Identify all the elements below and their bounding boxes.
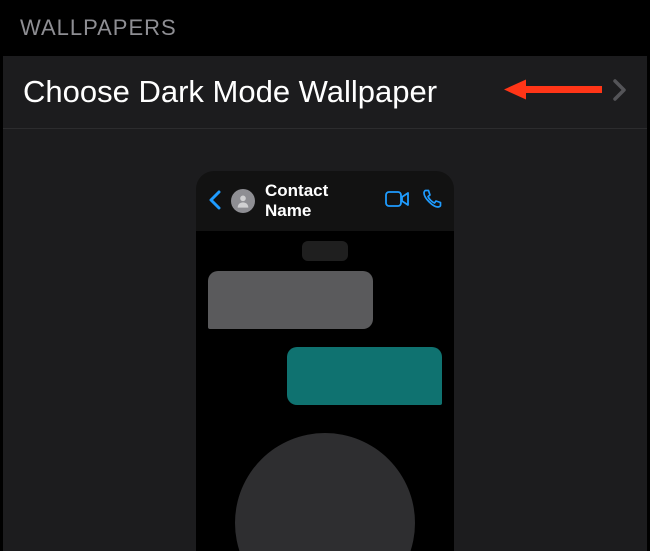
annotation-arrow-icon	[504, 78, 602, 107]
chat-preview: Contact Name	[196, 171, 454, 551]
header-action-icons	[385, 189, 442, 213]
choose-dark-mode-wallpaper-row[interactable]: Choose Dark Mode Wallpaper	[3, 56, 647, 129]
incoming-message-bubble	[208, 271, 373, 329]
chat-header: Contact Name	[196, 171, 454, 231]
choose-row-title: Choose Dark Mode Wallpaper	[23, 74, 437, 110]
avatar-icon	[231, 189, 255, 213]
wallpapers-panel: Choose Dark Mode Wallpaper	[3, 56, 647, 551]
chevron-right-icon	[613, 76, 627, 108]
phone-call-icon	[423, 189, 442, 213]
date-pill	[302, 241, 348, 261]
video-call-icon	[385, 191, 409, 212]
wallpaper-shape	[235, 433, 415, 551]
wallpaper-preview-area: Contact Name	[3, 129, 647, 551]
outgoing-message-bubble	[287, 347, 442, 405]
back-icon	[208, 186, 221, 217]
chat-body	[196, 231, 454, 551]
contact-name: Contact Name	[265, 181, 375, 221]
section-header: WALLPAPERS	[0, 0, 650, 56]
